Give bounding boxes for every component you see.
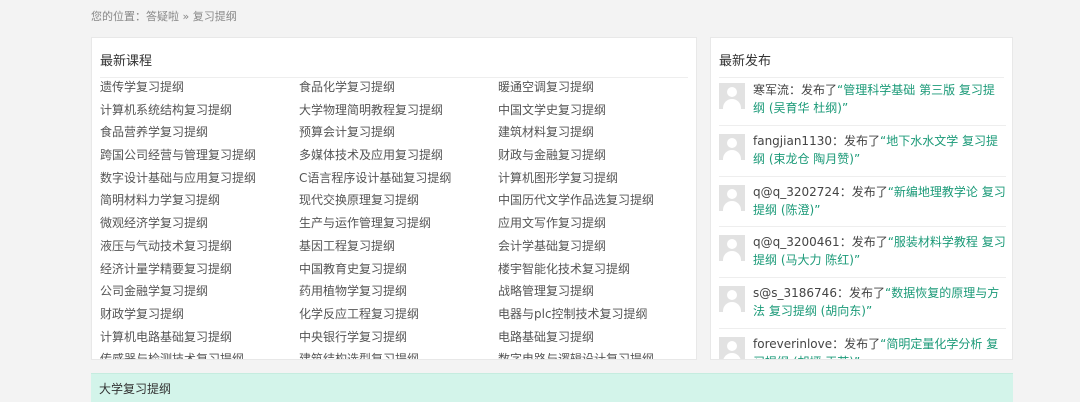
- news-user: s@s_3186746: [753, 286, 837, 301]
- course-link[interactable]: 食品营养学复习提纲: [100, 121, 299, 144]
- course-link[interactable]: 计算机系统结构复习提纲: [100, 99, 299, 122]
- latest-courses-panel: 最新课程 遗传学复习提纲 食品化学复习提纲 暖通空调复习提纲计算机系统结构复习提纲大…: [91, 37, 697, 360]
- course-link[interactable]: 建筑结构选型复习提纲: [299, 348, 498, 359]
- user-avatar-icon[interactable]: [719, 184, 745, 211]
- news-text: q@q_3202724：发布了“新编地理教学论 复习提纲 (陈澄)”: [753, 183, 1006, 219]
- course-link[interactable]: 中国历代文学作品选复习提纲: [498, 189, 696, 212]
- course-link[interactable]: 化学反应工程复习提纲: [299, 303, 498, 326]
- published-label: ：发布了: [789, 83, 838, 97]
- course-link[interactable]: 遗传学复习提纲: [100, 76, 299, 99]
- course-link[interactable]: 中国文学史复习提纲: [498, 99, 696, 122]
- course-link[interactable]: 大学物理简明教程复习提纲: [299, 99, 498, 122]
- course-link[interactable]: 会计学基础复习提纲: [498, 235, 696, 258]
- course-link[interactable]: 基因工程复习提纲: [299, 235, 498, 258]
- course-link[interactable]: 电器与plc控制技术复习提纲: [498, 303, 696, 326]
- course-link[interactable]: 数字电路与逻辑设计复习提纲: [498, 348, 696, 359]
- course-link[interactable]: 财政学复习提纲: [100, 303, 299, 326]
- section-title: 大学复习提纲: [99, 382, 172, 396]
- news-user: q@q_3200461: [753, 235, 840, 250]
- course-link[interactable]: 电路基础复习提纲: [498, 326, 696, 349]
- course-link[interactable]: 公司金融学复习提纲: [100, 280, 299, 303]
- course-link[interactable]: 食品化学复习提纲: [299, 76, 498, 99]
- news-text: q@q_3200461：发布了“服装材料学教程 复习提纲 (马大力 陈红)”: [753, 233, 1006, 269]
- news-user: 寒军流: [753, 83, 790, 97]
- news-text: 寒军流：发布了“管理科学基础 第三版 复习提纲 (吴育华 杜纲)”: [753, 81, 1006, 117]
- course-link[interactable]: 生产与运作管理复习提纲: [299, 212, 498, 235]
- close-quote: ”: [854, 151, 861, 166]
- course-link[interactable]: 简明材料力学复习提纲: [100, 189, 299, 212]
- course-link[interactable]: 现代交换原理复习提纲: [299, 189, 498, 212]
- close-quote: ”: [842, 101, 849, 115]
- course-link[interactable]: 液压与气动技术复习提纲: [100, 235, 299, 258]
- latest-news-panel: 最新发布 寒军流：发布了“管理科学基础 第三版 复习提纲 (吴育华 杜纲)” fa…: [710, 37, 1013, 360]
- course-link[interactable]: 财政与金融复习提纲: [498, 144, 696, 167]
- course-link[interactable]: 计算机图形学复习提纲: [498, 167, 696, 190]
- published-label: ：发布了: [831, 133, 880, 148]
- user-avatar-icon[interactable]: [719, 83, 745, 109]
- close-quote: ”: [854, 253, 861, 268]
- course-link[interactable]: 应用文写作复习提纲: [498, 212, 696, 235]
- news-user: q@q_3202724: [753, 184, 840, 199]
- published-label: ：发布了: [836, 286, 885, 301]
- course-link[interactable]: 微观经济学复习提纲: [100, 212, 299, 235]
- course-link[interactable]: 战略管理复习提纲: [498, 280, 696, 303]
- user-avatar-icon[interactable]: [719, 235, 745, 262]
- news-text: foreverinlove：发布了“简明定量化学分析 复习提纲 (胡坪 王芳)”: [753, 335, 1006, 359]
- course-link[interactable]: 多媒体技术及应用复习提纲: [299, 144, 498, 167]
- news-item: fangjian1130：发布了“地下水水文学 复习提纲 (束龙仓 陶月赞)”: [719, 126, 1006, 177]
- course-link[interactable]: 楼宇智能化技术复习提纲: [498, 258, 696, 281]
- close-quote: ”: [854, 355, 860, 359]
- news-item: foreverinlove：发布了“简明定量化学分析 复习提纲 (胡坪 王芳)”: [719, 329, 1006, 359]
- course-link[interactable]: 跨国公司经营与管理复习提纲: [100, 144, 299, 167]
- news-list: 寒军流：发布了“管理科学基础 第三版 复习提纲 (吴育华 杜纲)” fangjia…: [719, 75, 1006, 359]
- breadcrumb-home-link[interactable]: 答疑啦: [146, 10, 179, 23]
- news-item: q@q_3202724：发布了“新编地理教学论 复习提纲 (陈澄)”: [719, 177, 1006, 228]
- user-avatar-icon[interactable]: [719, 133, 745, 160]
- course-grid: 遗传学复习提纲 食品化学复习提纲 暖通空调复习提纲计算机系统结构复习提纲 大学物理简明…: [100, 76, 696, 359]
- latest-news-title: 最新发布: [719, 50, 1004, 78]
- user-avatar-icon[interactable]: [719, 336, 745, 359]
- published-label: ：发布了: [832, 336, 881, 351]
- news-item: 寒军流：发布了“管理科学基础 第三版 复习提纲 (吴育华 杜纲)”: [719, 75, 1006, 126]
- course-link[interactable]: 中央银行学复习提纲: [299, 326, 498, 349]
- close-quote: ”: [866, 304, 873, 319]
- course-link[interactable]: 暖通空调复习提纲: [498, 76, 696, 99]
- course-link[interactable]: 建筑材料复习提纲: [498, 121, 696, 144]
- news-user: fangjian1130: [753, 133, 832, 148]
- breadcrumb-current: 复习提纲: [192, 10, 237, 23]
- course-link[interactable]: 计算机电路基础复习提纲: [100, 326, 299, 349]
- course-link[interactable]: C语言程序设计基础复习提纲: [299, 167, 498, 190]
- news-user: foreverinlove: [753, 336, 833, 351]
- breadcrumb-separator: »: [179, 10, 193, 23]
- course-link[interactable]: 中国教育史复习提纲: [299, 258, 498, 281]
- user-avatar-icon[interactable]: [719, 286, 745, 313]
- breadcrumb-prefix: 您的位置：: [91, 10, 146, 23]
- section-header-bar: 大学复习提纲: [91, 373, 1013, 402]
- course-link[interactable]: 数字设计基础与应用复习提纲: [100, 167, 299, 190]
- close-quote: ”: [814, 202, 821, 217]
- news-item: s@s_3186746：发布了“数据恢复的原理与方法 复习提纲 (胡向东)”: [719, 278, 1006, 329]
- course-link[interactable]: 预算会计复习提纲: [299, 121, 498, 144]
- course-link[interactable]: 传感器与检测技术复习提纲: [100, 348, 299, 359]
- published-label: ：发布了: [839, 184, 888, 199]
- course-link[interactable]: 药用植物学复习提纲: [299, 280, 498, 303]
- news-text: s@s_3186746：发布了“数据恢复的原理与方法 复习提纲 (胡向东)”: [753, 284, 1006, 320]
- course-link[interactable]: 经济计量学精要复习提纲: [100, 258, 299, 281]
- breadcrumb: 您的位置：答疑啦 » 复习提纲: [91, 8, 237, 24]
- news-text: fangjian1130：发布了“地下水水文学 复习提纲 (束龙仓 陶月赞)”: [753, 132, 1006, 168]
- news-item: q@q_3200461：发布了“服装材料学教程 复习提纲 (马大力 陈红)”: [719, 227, 1006, 279]
- published-label: ：发布了: [839, 235, 888, 250]
- latest-courses-title: 最新课程: [100, 50, 688, 78]
